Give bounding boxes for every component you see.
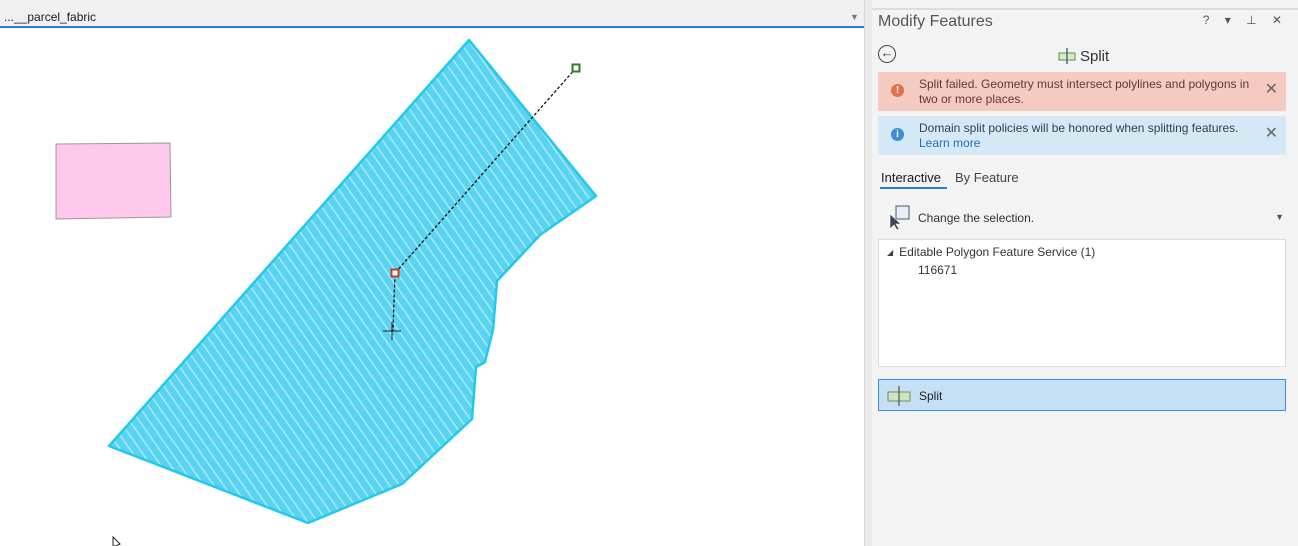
close-icon[interactable]: ✕ <box>1265 126 1278 142</box>
map-tab-strip: ...__parcel_fabric ▼ <box>0 0 866 28</box>
error-message: ! Split failed. Geometry must intersect … <box>878 72 1286 111</box>
info-message-text: Domain split policies will be honored wh… <box>919 121 1239 135</box>
tool-header: Split <box>1058 46 1109 66</box>
chevron-down-icon[interactable]: ▼ <box>1275 212 1284 222</box>
map-tab[interactable]: ...__parcel_fabric <box>0 8 100 26</box>
sketch-vertex-start[interactable] <box>571 63 581 73</box>
split-button[interactable]: Split <box>878 379 1286 411</box>
close-icon[interactable]: ✕ <box>1265 82 1278 98</box>
collapse-triangle-icon[interactable]: ◢ <box>887 248 893 257</box>
modify-features-pane: Modify Features ? ▾ ⊥ ✕ ← Split ! Split … <box>872 0 1298 546</box>
selected-polygon[interactable] <box>107 38 598 525</box>
map-canvas[interactable] <box>0 28 866 546</box>
active-tab-underline <box>880 187 947 189</box>
split-button-label: Split <box>919 389 943 403</box>
map-view[interactable]: ...__parcel_fabric ▼ <box>0 0 866 546</box>
tab-interactive[interactable]: Interactive <box>881 170 941 185</box>
selection-tree: ◢ Editable Polygon Feature Service (1) 11… <box>878 239 1286 367</box>
info-icon: i <box>891 128 904 141</box>
tool-header-label: Split <box>1080 47 1110 65</box>
tree-group-label: Editable Polygon Feature Service (1) <box>899 245 1096 259</box>
tab-by-feature[interactable]: By Feature <box>955 170 1019 185</box>
chevron-down-icon[interactable]: ▼ <box>850 12 859 22</box>
tree-item-feature[interactable]: 116671 <box>918 263 957 277</box>
selection-dropdown[interactable]: Change the selection. ▼ <box>886 204 1286 232</box>
pink-parcel-polygon[interactable] <box>55 142 172 220</box>
back-button[interactable]: ← <box>878 45 896 63</box>
error-message-text: Split failed. Geometry must intersect po… <box>919 77 1250 106</box>
back-arrow-icon: ← <box>880 45 894 60</box>
select-cursor-icon <box>889 205 910 230</box>
split-tool-icon <box>1058 48 1076 64</box>
split-icon <box>887 386 911 406</box>
pane-top-border <box>872 8 1298 10</box>
selection-label: Change the selection. <box>918 211 1035 225</box>
tree-group-editable-polygon[interactable]: ◢ Editable Polygon Feature Service (1) <box>887 245 1095 259</box>
learn-more-link[interactable]: Learn more <box>919 136 980 150</box>
pane-splitter[interactable] <box>864 0 872 546</box>
pane-title: Modify Features <box>878 13 993 30</box>
sketch-vertex-current[interactable] <box>390 268 400 278</box>
pane-controls[interactable]: ? ▾ ⊥ ✕ <box>1203 13 1288 27</box>
info-message: i Domain split policies will be honored … <box>878 116 1286 155</box>
arrow-cursor-icon <box>112 535 121 546</box>
error-icon: ! <box>891 84 904 97</box>
